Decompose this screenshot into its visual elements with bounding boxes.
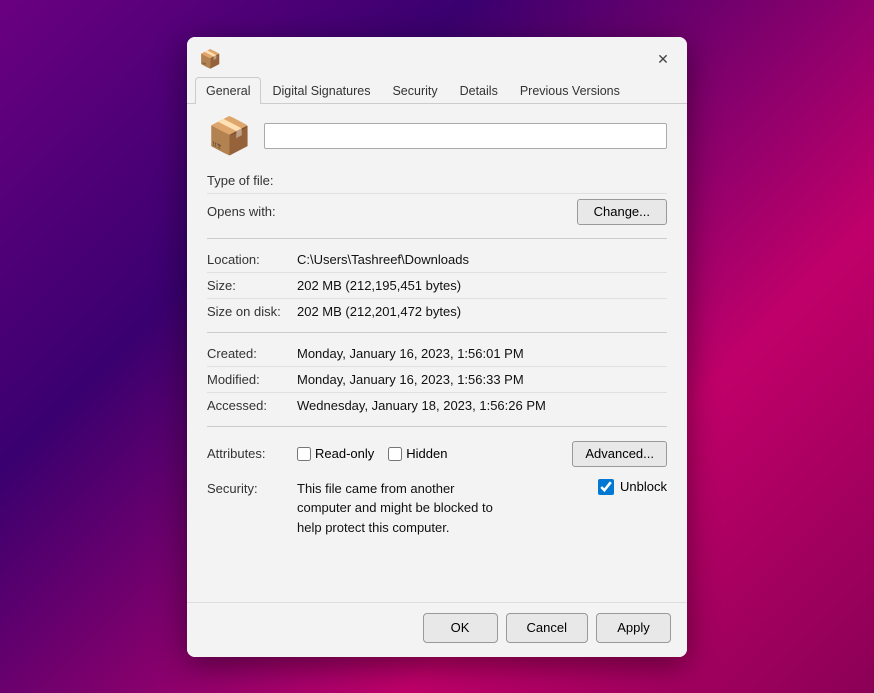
location-value: C:\Users\Tashreef\Downloads: [297, 252, 667, 267]
divider-3: [207, 426, 667, 427]
size-row: Size: 202 MB (212,195,451 bytes): [207, 273, 667, 299]
opens-with-row: Opens with: Change...: [207, 194, 667, 230]
advanced-button[interactable]: Advanced...: [572, 441, 667, 467]
hidden-check[interactable]: Hidden: [388, 446, 447, 461]
type-label: Type of file:: [207, 173, 297, 188]
divider-2: [207, 332, 667, 333]
tabs-bar: General Digital Signatures Security Deta…: [187, 77, 687, 104]
accessed-label: Accessed:: [207, 398, 297, 413]
security-label: Security:: [207, 479, 297, 496]
size-label: Size:: [207, 278, 297, 293]
attributes-row: Attributes: Read-only Hidden Advanced...: [207, 435, 667, 473]
hidden-checkbox[interactable]: [388, 447, 402, 461]
opens-with-label: Opens with:: [207, 204, 297, 219]
title-bar: 📦 ✕: [187, 37, 687, 73]
security-message: This file came from anothercomputer and …: [297, 481, 493, 535]
type-row: Type of file:: [207, 168, 667, 194]
unblock-check[interactable]: Unblock: [598, 479, 667, 495]
size-on-disk-row: Size on disk: 202 MB (212,201,472 bytes): [207, 299, 667, 324]
title-bar-icon: 📦: [199, 49, 221, 70]
readonly-check[interactable]: Read-only: [297, 446, 374, 461]
created-label: Created:: [207, 346, 297, 361]
location-label: Location:: [207, 252, 297, 267]
tab-details[interactable]: Details: [449, 77, 509, 104]
readonly-checkbox[interactable]: [297, 447, 311, 461]
ok-button[interactable]: OK: [423, 613, 498, 643]
modified-row: Modified: Monday, January 16, 2023, 1:56…: [207, 367, 667, 393]
size-on-disk-value: 202 MB (212,201,472 bytes): [297, 304, 667, 319]
tab-security[interactable]: Security: [381, 77, 448, 104]
file-header: 📦: [207, 118, 667, 154]
tab-previous-versions[interactable]: Previous Versions: [509, 77, 631, 104]
file-name-input[interactable]: [264, 123, 667, 149]
size-section: Location: C:\Users\Tashreef\Downloads Si…: [207, 247, 667, 324]
cancel-button[interactable]: Cancel: [506, 613, 588, 643]
tab-content-general: 📦 Type of file: Opens with: Change... Lo…: [187, 104, 687, 602]
security-text: This file came from anothercomputer and …: [297, 479, 588, 538]
security-row: Security: This file came from anothercom…: [207, 473, 667, 544]
tab-general[interactable]: General: [195, 77, 261, 104]
created-value: Monday, January 16, 2023, 1:56:01 PM: [297, 346, 667, 361]
dialog-footer: OK Cancel Apply: [187, 602, 687, 657]
accessed-value: Wednesday, January 18, 2023, 1:56:26 PM: [297, 398, 667, 413]
unblock-checkbox[interactable]: [598, 479, 614, 495]
accessed-row: Accessed: Wednesday, January 18, 2023, 1…: [207, 393, 667, 418]
size-value: 202 MB (212,195,451 bytes): [297, 278, 667, 293]
unblock-label: Unblock: [620, 479, 667, 494]
tab-digital-signatures[interactable]: Digital Signatures: [261, 77, 381, 104]
hidden-label: Hidden: [406, 446, 447, 461]
attributes-controls: Read-only Hidden Advanced...: [297, 441, 667, 467]
attributes-label: Attributes:: [207, 446, 297, 461]
modified-label: Modified:: [207, 372, 297, 387]
close-button[interactable]: ✕: [651, 48, 675, 72]
divider-1: [207, 238, 667, 239]
created-row: Created: Monday, January 16, 2023, 1:56:…: [207, 341, 667, 367]
type-section: Type of file: Opens with: Change...: [207, 168, 667, 230]
properties-dialog: 📦 ✕ General Digital Signatures Security …: [187, 37, 687, 657]
change-button[interactable]: Change...: [577, 199, 667, 225]
file-icon: 📦: [207, 118, 252, 154]
size-on-disk-label: Size on disk:: [207, 304, 297, 319]
modified-value: Monday, January 16, 2023, 1:56:33 PM: [297, 372, 667, 387]
readonly-label: Read-only: [315, 446, 374, 461]
location-row: Location: C:\Users\Tashreef\Downloads: [207, 247, 667, 273]
apply-button[interactable]: Apply: [596, 613, 671, 643]
dates-section: Created: Monday, January 16, 2023, 1:56:…: [207, 341, 667, 418]
